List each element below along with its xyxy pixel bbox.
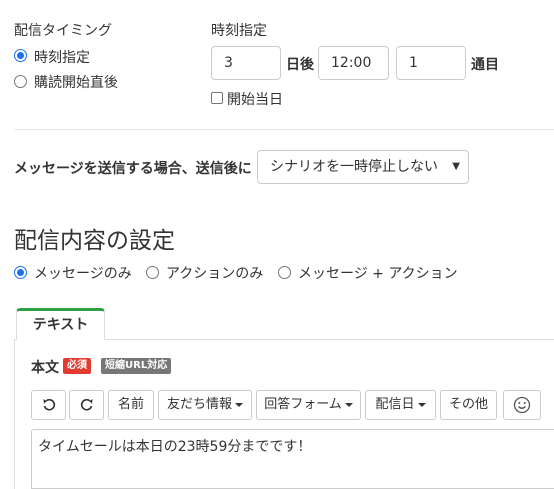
chevron-down-icon: ▼ xyxy=(452,161,460,172)
required-badge: 必須 xyxy=(63,358,91,374)
timing-radio-time[interactable] xyxy=(14,49,27,62)
content-radio-both[interactable] xyxy=(278,266,291,279)
time-spec-label: 時刻指定 xyxy=(211,23,267,39)
content-title: 配信内容の設定 xyxy=(14,228,175,254)
body-label: 本文 xyxy=(31,360,59,376)
content-option-action: アクションのみ xyxy=(166,266,264,282)
timing-option-immediate: 購読開始直後 xyxy=(34,75,118,91)
time-input[interactable]: 12:00 xyxy=(318,46,389,80)
content-option-both: メッセージ + アクション xyxy=(298,266,458,282)
content-option-message: メッセージのみ xyxy=(34,266,132,282)
friend-info-label: 友だち情報 xyxy=(166,397,232,412)
timing-label: 配信タイミング xyxy=(14,23,112,39)
caret-down-icon xyxy=(235,402,243,407)
other-button[interactable]: その他 xyxy=(440,390,497,420)
timing-radio-immediate[interactable] xyxy=(14,75,27,88)
after-send-label: メッセージを送信する場合、送信後に xyxy=(14,161,252,177)
insert-name-button[interactable]: 名前 xyxy=(108,390,154,420)
answer-form-button[interactable]: 回答フォーム xyxy=(256,390,361,420)
message-editor[interactable]: タイムセールは本日の23時59分までです！ xyxy=(31,429,554,489)
after-send-select[interactable]: シナリオを一時停止しない ▼ xyxy=(257,150,469,184)
redo-button[interactable] xyxy=(69,390,104,420)
delivery-date-label: 配信日 xyxy=(375,397,415,412)
nth-message-input[interactable]: 1 xyxy=(396,46,466,80)
undo-icon xyxy=(43,398,55,410)
timing-option-time: 時刻指定 xyxy=(34,50,90,66)
start-day-checkbox[interactable] xyxy=(211,92,223,104)
tab-text[interactable]: テキスト xyxy=(16,308,105,340)
friend-info-button[interactable]: 友だち情報 xyxy=(158,390,252,420)
emoji-button[interactable] xyxy=(503,390,541,420)
undo-button[interactable] xyxy=(31,390,66,420)
short-url-badge: 短縮URL対応 xyxy=(101,358,172,374)
days-after-input[interactable]: 3 xyxy=(211,46,281,80)
content-radio-message[interactable] xyxy=(14,266,27,279)
answer-form-label: 回答フォーム xyxy=(264,397,342,412)
content-radio-action[interactable] xyxy=(146,266,159,279)
start-day-label: 開始当日 xyxy=(227,92,283,108)
delivery-date-button[interactable]: 配信日 xyxy=(365,390,436,420)
caret-down-icon xyxy=(417,402,426,407)
after-send-selected: シナリオを一時停止しない xyxy=(270,159,438,175)
days-after-unit: 日後 xyxy=(286,57,314,73)
nth-message-unit: 通目 xyxy=(471,57,499,73)
divider xyxy=(14,129,554,130)
smile-icon xyxy=(513,396,531,413)
redo-icon xyxy=(80,398,92,410)
caret-down-icon xyxy=(344,402,353,407)
